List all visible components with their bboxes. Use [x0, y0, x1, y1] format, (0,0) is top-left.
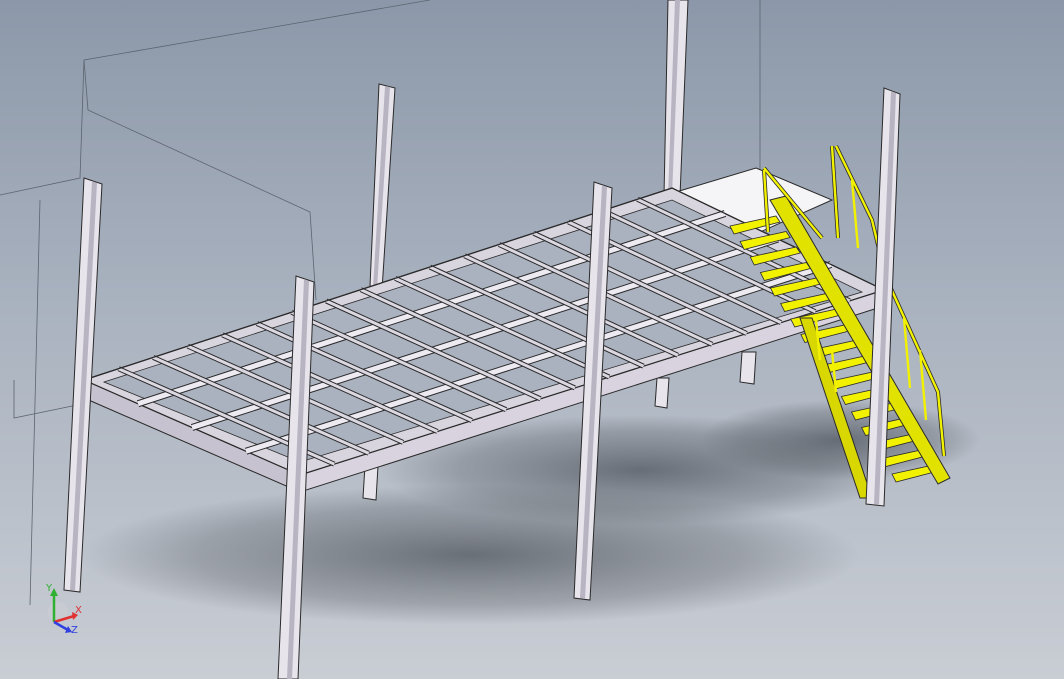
z-axis-arrow-icon [53, 620, 69, 632]
graphics-viewport[interactable]: Y X Z [0, 0, 1064, 679]
coordinate-triad: Y X Z [40, 584, 84, 640]
triad-z-label: Z [71, 625, 78, 636]
model-scene[interactable] [0, 0, 1064, 679]
triad-x-label: X [75, 605, 82, 616]
triad-y-label: Y [46, 583, 53, 594]
